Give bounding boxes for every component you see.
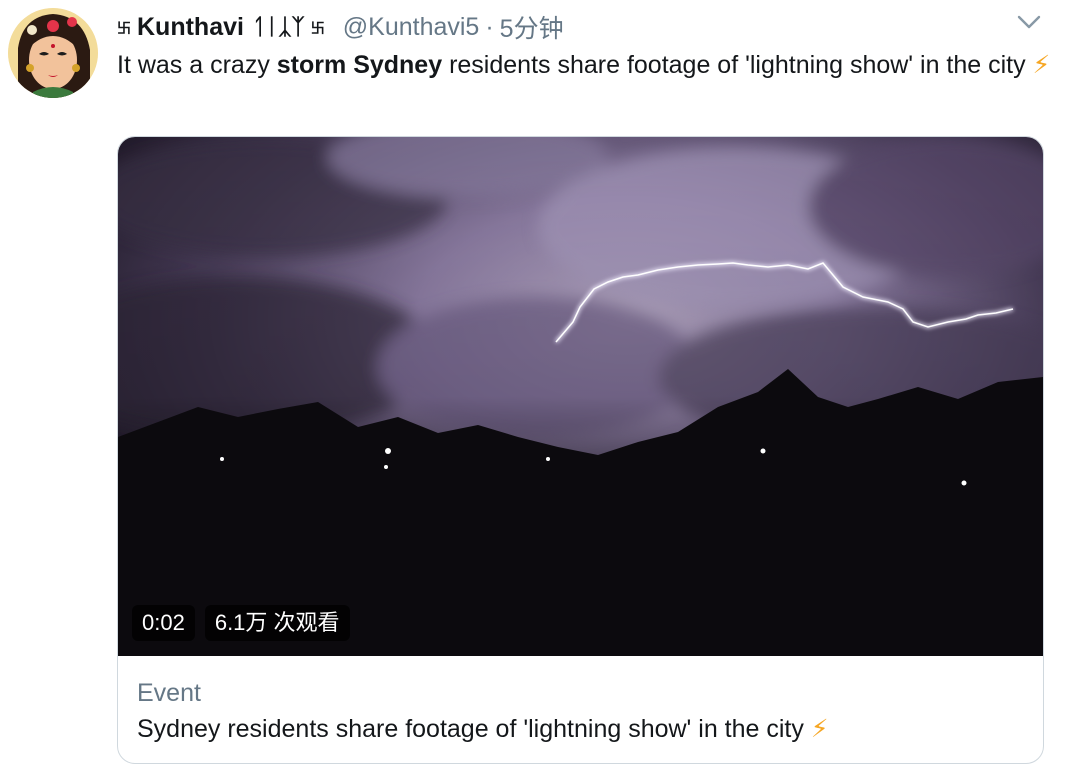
timestamp[interactable]: 5分钟 xyxy=(500,9,564,45)
view-count-badge: 6.1万 次观看 xyxy=(204,605,350,641)
display-name[interactable]: Kunthavi xyxy=(137,13,244,42)
lightning-emoji-icon: ⚡ xyxy=(1032,51,1051,79)
video-player[interactable]: 0:02 6.1万 次观看 xyxy=(118,137,1043,656)
tweet-text-segment: residents share footage of 'lightning sh… xyxy=(442,51,1033,79)
tweet: 卐 Kunthavi ᛐᛁᛣᛉ 卐 @Kunthavi5 · 5分钟 It wa… xyxy=(0,0,1080,778)
card-title-text: Sydney residents share footage of 'light… xyxy=(137,715,811,743)
avatar-image xyxy=(8,8,98,98)
video-overlay: 0:02 6.1万 次观看 xyxy=(132,605,350,641)
tweet-header: 卐 Kunthavi ᛐᛁᛣᛉ 卐 @Kunthavi5 · 5分钟 xyxy=(117,10,564,44)
tweet-text-bold-segment: storm xyxy=(276,51,347,79)
display-name-group[interactable]: 卐 Kunthavi ᛐᛁᛣᛉ 卐 xyxy=(117,13,331,42)
media-card[interactable]: 0:02 6.1万 次观看 Event Sydney residents sha… xyxy=(117,136,1044,764)
card-meta[interactable]: Event Sydney residents share footage of … xyxy=(137,677,828,747)
avatar[interactable] xyxy=(8,8,98,98)
tweet-text-bold-segment: Sydney xyxy=(353,51,443,79)
swastika-symbol-icon: 卐 xyxy=(310,20,325,36)
chevron-down-icon[interactable] xyxy=(1016,12,1042,32)
name-suffix: ᛐᛁᛣᛉ xyxy=(251,14,305,39)
separator-dot: · xyxy=(485,12,494,41)
tweet-text: It was a crazy storm Sydney residents sh… xyxy=(117,48,1062,83)
user-handle[interactable]: @Kunthavi5 xyxy=(343,13,480,42)
swastika-symbol-icon: 卐 xyxy=(117,20,131,36)
tweet-text-segment: It was a crazy xyxy=(117,51,277,79)
video-duration-badge: 0:02 xyxy=(132,605,195,641)
card-title[interactable]: Sydney residents share footage of 'light… xyxy=(137,711,828,747)
video-thumbnail xyxy=(118,137,1043,656)
card-category-label: Event xyxy=(137,679,201,707)
lightning-emoji-icon: ⚡ xyxy=(810,715,829,743)
